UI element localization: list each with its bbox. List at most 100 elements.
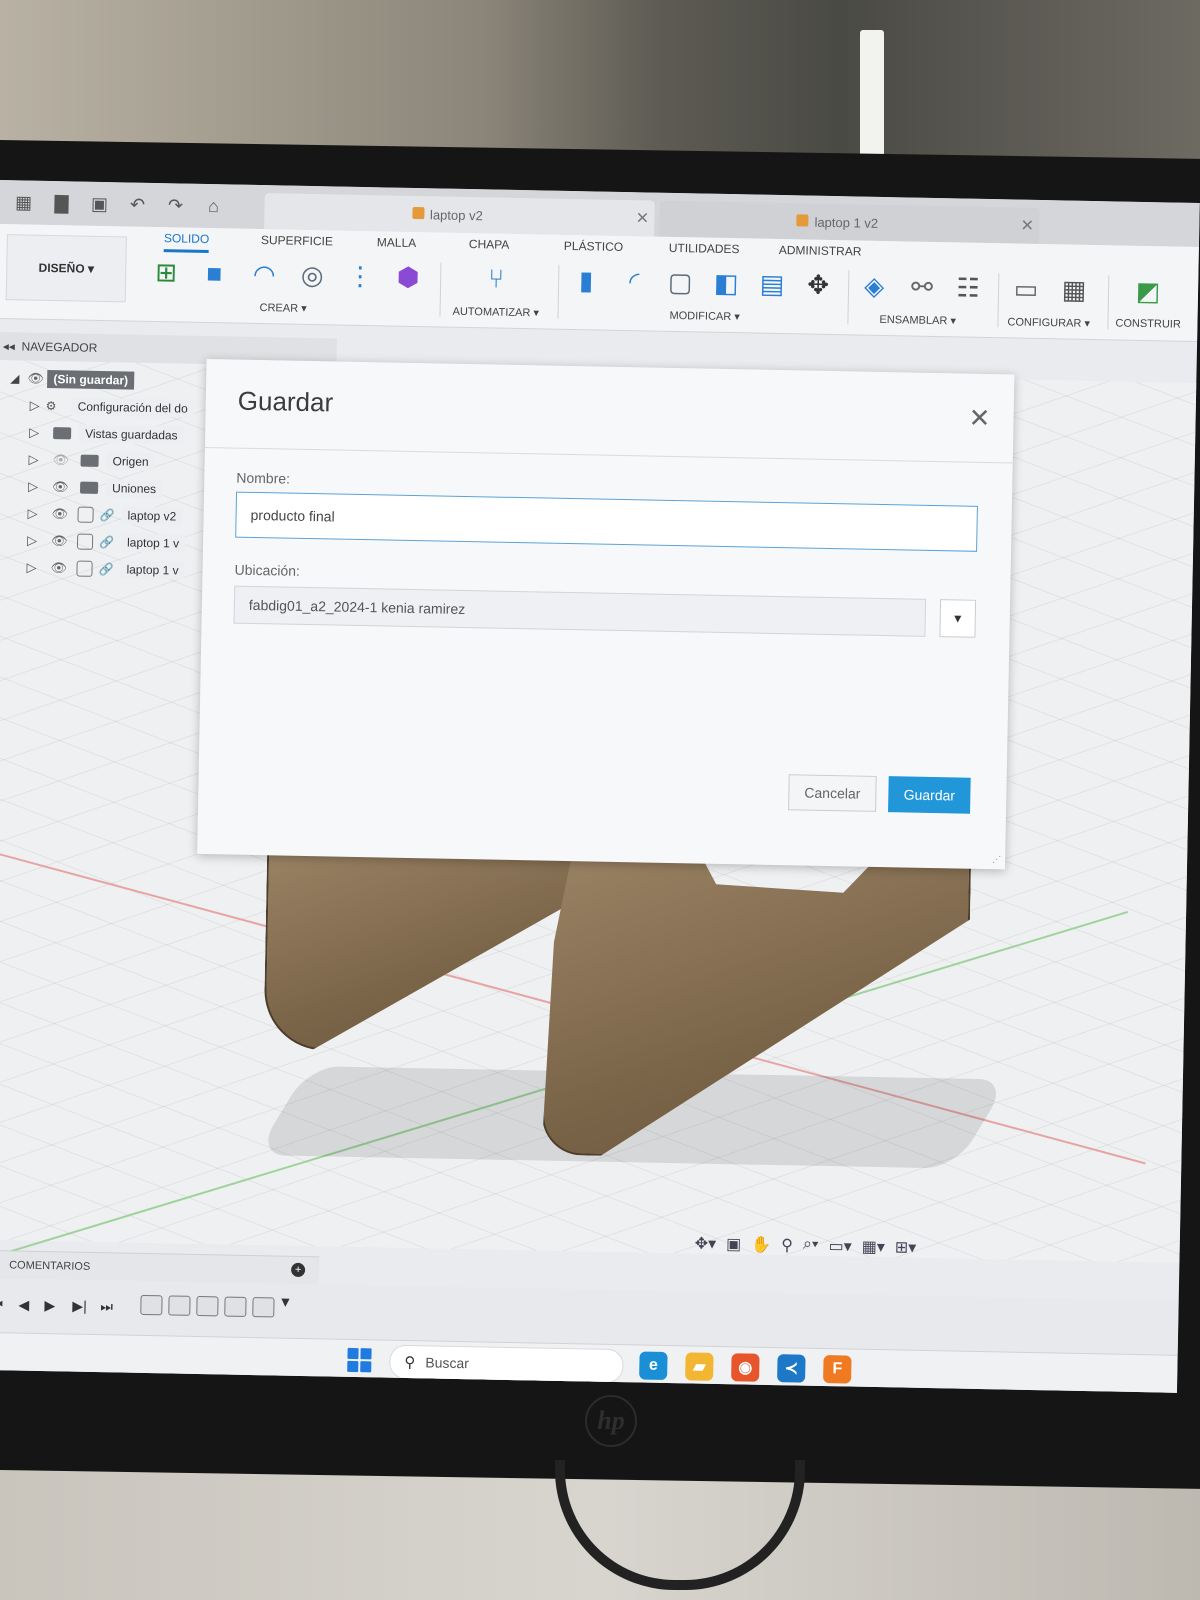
visibility-icon[interactable]: 👁 <box>51 506 71 522</box>
viewports-icon[interactable]: ⊞▾ <box>895 1237 917 1257</box>
tab-utilidades[interactable]: UTILIDADES <box>669 241 740 256</box>
expand-icon[interactable]: ▷ <box>27 505 43 521</box>
tree-item[interactable]: ▷ 👁 🔗 laptop 1 v <box>0 553 213 584</box>
tree-item[interactable]: ▷ 👁 🔗 laptop 1 v <box>0 526 213 557</box>
construct-icon[interactable]: ◩ <box>1130 274 1167 309</box>
workspace-switcher[interactable]: DISEÑO ▾ <box>5 234 127 303</box>
look-at-icon[interactable]: ▣ <box>726 1234 742 1254</box>
orbit-icon[interactable]: ✥▾ <box>695 1234 717 1254</box>
parameters-icon[interactable]: ▭ <box>1008 271 1045 306</box>
expand-icon[interactable]: ▷ <box>28 478 44 494</box>
go-to-end-icon[interactable]: ⏭ <box>100 1298 113 1315</box>
timeline-feature[interactable] <box>168 1295 191 1316</box>
tab-solido[interactable]: SOLIDO <box>163 231 210 254</box>
combine-icon[interactable]: ◧ <box>708 266 745 301</box>
cancel-button[interactable]: Cancelar <box>788 774 877 812</box>
add-comment-icon[interactable]: + <box>290 1262 306 1278</box>
collapse-icon[interactable]: ◂◂ <box>3 339 15 353</box>
redo-icon[interactable]: ↷ <box>161 191 190 220</box>
fillet-icon[interactable]: ◜ <box>616 264 653 299</box>
tree-item[interactable]: ▷ 👁 Uniones <box>0 472 214 503</box>
automate-icon[interactable]: ⑂ <box>478 261 515 296</box>
vscode-icon[interactable]: ≺ <box>777 1354 806 1383</box>
visibility-icon[interactable]: 👁 <box>52 479 72 495</box>
tab-administrar[interactable]: ADMINISTRAR <box>779 243 862 259</box>
offset-face-icon[interactable]: ▤ <box>754 267 791 302</box>
location-field[interactable]: fabdig01_a2_2024-1 kenia ramirez <box>233 585 927 637</box>
timeline-feature[interactable] <box>196 1295 219 1317</box>
home-icon[interactable]: ⌂ <box>199 192 228 221</box>
fusion-app-icon[interactable]: F <box>823 1355 852 1384</box>
tree-item[interactable]: ▷ ⚙ Configuración del do <box>0 391 216 422</box>
tab-chapa[interactable]: CHAPA <box>469 237 510 252</box>
form-icon[interactable]: ⬢ <box>390 260 427 295</box>
close-icon[interactable]: ✕ <box>1015 216 1039 236</box>
create-sketch-icon[interactable]: ⊞ <box>148 255 185 290</box>
group-construir[interactable]: CONSTRUIR <box>1115 317 1181 330</box>
firefox-icon[interactable]: ◉ <box>731 1353 760 1382</box>
tree-root[interactable]: ◢ 👁 (Sin guardar) <box>0 364 216 395</box>
pan-icon[interactable]: ✋ <box>751 1235 771 1255</box>
edge-icon[interactable]: e <box>639 1351 668 1381</box>
press-pull-icon[interactable]: ▮ <box>568 263 605 298</box>
group-crear[interactable]: CREAR ▾ <box>259 301 306 315</box>
save-button[interactable]: Guardar <box>888 776 971 814</box>
bom-icon[interactable]: ☷ <box>950 270 987 305</box>
pattern-icon[interactable]: ⋮ <box>342 259 379 294</box>
close-icon[interactable]: ✕ <box>630 208 654 228</box>
expand-icon[interactable]: ▷ <box>26 559 42 575</box>
windows-start-icon[interactable] <box>347 1347 372 1373</box>
group-automatizar[interactable]: AUTOMATIZAR ▾ <box>452 305 539 320</box>
joint-icon[interactable]: ⚯ <box>904 269 941 304</box>
file-icon[interactable]: ▇ <box>47 189 76 218</box>
tree-item[interactable]: ▷ 👁 Origen <box>0 445 215 476</box>
taskbar-search[interactable]: ⚲ Buscar <box>389 1344 624 1384</box>
timeline-feature[interactable] <box>252 1297 275 1318</box>
hole-icon[interactable]: ◎ <box>294 258 331 293</box>
expand-icon[interactable]: ▷ <box>28 451 44 467</box>
group-configurar[interactable]: CONFIGURAR ▾ <box>1007 315 1090 330</box>
tab-superficie[interactable]: SUPERFICIE <box>261 233 333 248</box>
timeline-feature[interactable] <box>224 1296 247 1317</box>
location-dropdown-button[interactable]: ▼ <box>939 599 977 638</box>
laptop-stand-part[interactable] <box>263 845 591 1055</box>
new-component-icon[interactable]: ◈ <box>856 268 893 303</box>
tab-malla[interactable]: MALLA <box>377 235 417 250</box>
file-explorer-icon[interactable]: ▰ <box>685 1352 714 1381</box>
play-icon[interactable]: ▶ <box>44 1297 55 1314</box>
table-icon[interactable]: ▦ <box>1056 272 1093 307</box>
grid-menu-icon[interactable]: ▦ <box>9 188 38 217</box>
collapse-triangle-icon[interactable]: ◢ <box>10 371 20 385</box>
group-ensamblar[interactable]: ENSAMBLAR ▾ <box>879 313 956 327</box>
display-settings-icon[interactable]: ▭▾ <box>828 1236 852 1256</box>
visibility-icon[interactable]: 👁 <box>51 533 71 549</box>
timeline-marker-icon[interactable]: ▼ <box>278 1294 292 1310</box>
undo-icon[interactable]: ↶ <box>123 190 152 219</box>
step-forward-icon[interactable]: ▶| <box>72 1298 87 1315</box>
expand-icon[interactable]: ▷ <box>27 532 43 548</box>
tab-plastico[interactable]: PLÁSTICO <box>564 239 624 254</box>
shell-icon[interactable]: ▢ <box>662 265 699 300</box>
expand-icon[interactable]: ▷ <box>30 397 46 413</box>
tree-item[interactable]: ▷ 👁 🔗 laptop v2 <box>0 499 214 530</box>
name-input[interactable] <box>235 491 978 552</box>
timeline-feature[interactable] <box>140 1294 163 1316</box>
hidden-eye-icon[interactable]: 👁 <box>52 452 72 468</box>
zoom-icon[interactable]: ⚲ <box>781 1235 793 1255</box>
visibility-icon[interactable]: 👁 <box>27 370 47 386</box>
group-modificar[interactable]: MODIFICAR ▾ <box>669 309 740 323</box>
grid-settings-icon[interactable]: ▦▾ <box>862 1237 886 1257</box>
component-box-icon <box>76 533 94 550</box>
resize-grip-icon[interactable]: ⋰ <box>992 854 1001 865</box>
move-icon[interactable]: ✥ <box>800 267 837 302</box>
close-icon[interactable]: ✕ <box>965 403 994 433</box>
visibility-icon[interactable]: 👁 <box>50 560 70 576</box>
expand-icon[interactable]: ▷ <box>29 424 45 440</box>
save-icon[interactable]: ▣ <box>85 190 114 219</box>
tree-item[interactable]: ▷ Vistas guardadas <box>0 418 215 449</box>
revolve-icon[interactable]: ◠ <box>246 257 283 292</box>
step-back-icon[interactable]: ◀ <box>18 1297 29 1314</box>
fit-icon[interactable]: ⌕▾ <box>803 1236 819 1256</box>
go-to-start-icon[interactable]: ⏮ <box>0 1296 3 1313</box>
extrude-icon[interactable]: ■ <box>196 256 233 291</box>
